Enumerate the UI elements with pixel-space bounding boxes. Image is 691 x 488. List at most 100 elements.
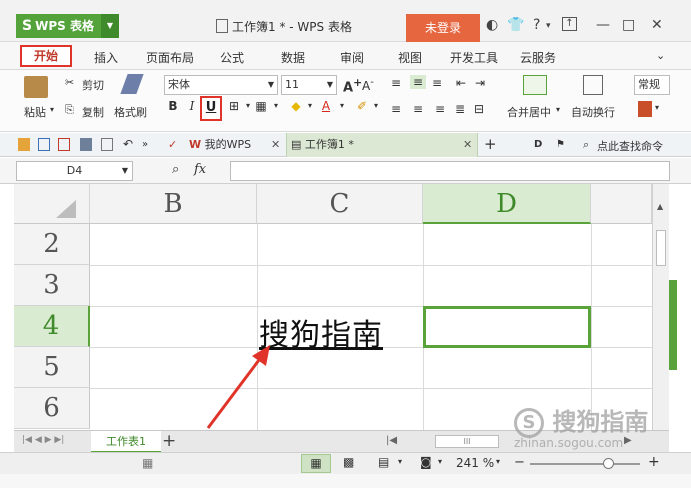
open-icon[interactable] bbox=[18, 138, 30, 151]
zoom-slider-track[interactable] bbox=[530, 463, 640, 465]
cut-button[interactable]: 剪切 bbox=[82, 77, 104, 93]
paste-button[interactable]: 粘贴 bbox=[24, 104, 46, 120]
tab-review[interactable]: 审阅 bbox=[340, 49, 364, 66]
row-header-2[interactable]: 2 bbox=[14, 224, 90, 265]
doc-icon[interactable]: D bbox=[534, 138, 546, 151]
chevron-down-icon[interactable]: ▾ bbox=[302, 96, 318, 116]
flag-icon[interactable]: ⚑ bbox=[556, 138, 568, 151]
row-header-5[interactable]: 5 bbox=[14, 347, 90, 388]
align-right-icon[interactable]: ≡ bbox=[435, 102, 445, 116]
tab-page-layout[interactable]: 页面布局 bbox=[146, 49, 194, 66]
chevron-down-icon[interactable]: ▾ bbox=[368, 96, 384, 116]
maximize-button[interactable]: □ bbox=[622, 17, 635, 33]
help-button[interactable]: ? bbox=[533, 17, 540, 33]
indent-decrease-icon[interactable]: ⇤ bbox=[456, 76, 466, 90]
zoom-in-button[interactable]: + bbox=[648, 454, 660, 470]
align-bottom-icon[interactable]: ≡ bbox=[432, 76, 442, 90]
decrease-font-icon[interactable]: A- bbox=[362, 77, 374, 93]
distributed-icon[interactable]: ⊟ bbox=[474, 102, 484, 116]
tab-home[interactable]: 开始 bbox=[20, 45, 72, 67]
chevron-down-icon[interactable]: ▾ bbox=[546, 21, 551, 31]
chevron-down-icon[interactable]: ▾ bbox=[334, 96, 350, 116]
chevron-down-icon[interactable]: ▾ bbox=[50, 105, 54, 114]
font-size-select[interactable]: 11 ▼ bbox=[281, 75, 337, 95]
zoom-out-button[interactable]: − bbox=[514, 455, 525, 470]
chevron-down-icon[interactable]: ▾ bbox=[398, 457, 402, 466]
number-format-select[interactable]: 常规 bbox=[634, 75, 670, 95]
spreadsheet-grid[interactable]: B C D 2 3 4 5 6 搜狗指南 bbox=[14, 184, 652, 430]
calendar-icon[interactable]: ▦ bbox=[142, 456, 153, 470]
font-name-select[interactable]: 宋体 ▼ bbox=[164, 75, 278, 95]
tab-data[interactable]: 数据 bbox=[281, 49, 305, 66]
italic-button[interactable]: I bbox=[184, 96, 200, 116]
close-icon[interactable]: ✕ bbox=[271, 133, 280, 157]
zoom-slider-thumb[interactable] bbox=[603, 458, 614, 469]
horizontal-scroll-thumb[interactable]: III bbox=[435, 435, 499, 448]
chevron-down-icon[interactable]: ▾ bbox=[438, 457, 442, 466]
close-icon[interactable]: ✕ bbox=[463, 133, 472, 157]
close-button[interactable]: ✕ bbox=[651, 17, 663, 33]
align-center-icon[interactable]: ≡ bbox=[413, 102, 423, 116]
format-painter-icon[interactable] bbox=[120, 74, 144, 94]
font-color-icon[interactable]: A bbox=[318, 96, 334, 116]
row-header-4[interactable]: 4 bbox=[14, 306, 90, 347]
zoom-level[interactable]: 241 % bbox=[456, 456, 494, 470]
minimize-button[interactable]: — bbox=[596, 17, 610, 33]
reading-mode-icon[interactable]: ◙ bbox=[420, 455, 432, 469]
row-header-3[interactable]: 3 bbox=[14, 265, 90, 306]
zoom-search-icon[interactable]: ⌕ bbox=[172, 162, 179, 177]
active-cell-d4[interactable] bbox=[423, 306, 591, 348]
page-layout-view-icon[interactable]: ▤ bbox=[378, 455, 389, 469]
format-painter-button[interactable]: 格式刷 bbox=[114, 104, 147, 120]
scissors-icon[interactable]: ✂ bbox=[65, 76, 74, 89]
justify-icon[interactable]: ≣ bbox=[455, 102, 465, 116]
paste-icon[interactable] bbox=[24, 76, 48, 98]
underline-button[interactable]: U bbox=[200, 96, 222, 121]
scroll-up-icon[interactable]: ▲ bbox=[657, 202, 663, 211]
select-all-corner[interactable] bbox=[14, 184, 90, 224]
pin-icon[interactable]: ✓ bbox=[168, 138, 180, 151]
more-icon[interactable]: » bbox=[142, 138, 154, 151]
login-button[interactable]: 未登录 bbox=[406, 14, 480, 42]
scroll-left-icon[interactable]: |◀ bbox=[386, 435, 397, 446]
increase-font-icon[interactable]: A+ bbox=[343, 76, 362, 95]
add-sheet-button[interactable]: + bbox=[162, 431, 176, 451]
vertical-scrollbar[interactable]: ▲ bbox=[652, 184, 669, 430]
tab-formulas[interactable]: 公式 bbox=[220, 49, 244, 66]
copy-icon[interactable]: ⎘ bbox=[65, 103, 74, 117]
chevron-down-icon[interactable]: ▾ bbox=[496, 457, 500, 466]
preview-icon[interactable] bbox=[101, 138, 113, 151]
chevron-down-icon[interactable]: ▾ bbox=[655, 103, 659, 112]
chevron-down-icon[interactable]: ▼ bbox=[101, 14, 119, 38]
formula-input[interactable] bbox=[230, 161, 670, 181]
indent-increase-icon[interactable]: ⇥ bbox=[475, 76, 485, 90]
name-box[interactable]: D4 ▼ bbox=[16, 161, 133, 181]
tab-view[interactable]: 视图 bbox=[398, 49, 422, 66]
column-header-d[interactable]: D bbox=[423, 184, 591, 224]
chevron-down-icon[interactable]: ⌄ bbox=[656, 49, 665, 62]
wrap-text-button[interactable]: 自动换行 bbox=[571, 104, 615, 120]
upload-icon[interactable]: ↑ bbox=[562, 17, 577, 31]
page-break-view-icon[interactable]: ▩ bbox=[343, 455, 354, 469]
cell-style-icon[interactable]: ▦ bbox=[253, 96, 269, 116]
command-search-input[interactable]: 点此查找命令 bbox=[597, 138, 663, 154]
merge-center-icon[interactable] bbox=[523, 75, 547, 95]
cell-c4-text[interactable]: 搜狗指南 bbox=[259, 310, 383, 354]
row-header-6[interactable]: 6 bbox=[14, 388, 90, 429]
bold-button[interactable]: B bbox=[165, 96, 181, 116]
align-middle-icon[interactable]: ≡ bbox=[410, 75, 427, 89]
chevron-down-icon[interactable]: ▾ bbox=[556, 105, 560, 114]
insert-function-button[interactable]: fx bbox=[194, 162, 206, 177]
print-icon[interactable] bbox=[80, 138, 92, 151]
app-menu-button[interactable]: S WPS 表格 ▼ bbox=[16, 14, 119, 38]
column-header-b[interactable]: B bbox=[90, 184, 257, 224]
side-panel-toggle[interactable] bbox=[669, 280, 677, 370]
tab-developer[interactable]: 开发工具 bbox=[450, 49, 498, 66]
column-header-c[interactable]: C bbox=[257, 184, 423, 224]
column-header-e[interactable] bbox=[591, 184, 652, 224]
chevron-down-icon[interactable]: ▾ bbox=[268, 96, 284, 116]
sheet-nav-icon[interactable]: |◀ ◀ ▶ ▶| bbox=[22, 435, 64, 445]
pdf-icon[interactable] bbox=[58, 138, 70, 151]
normal-view-icon[interactable]: ▦ bbox=[301, 454, 331, 473]
tab-my-wps[interactable]: W 我的WPS ✕ bbox=[185, 133, 283, 157]
